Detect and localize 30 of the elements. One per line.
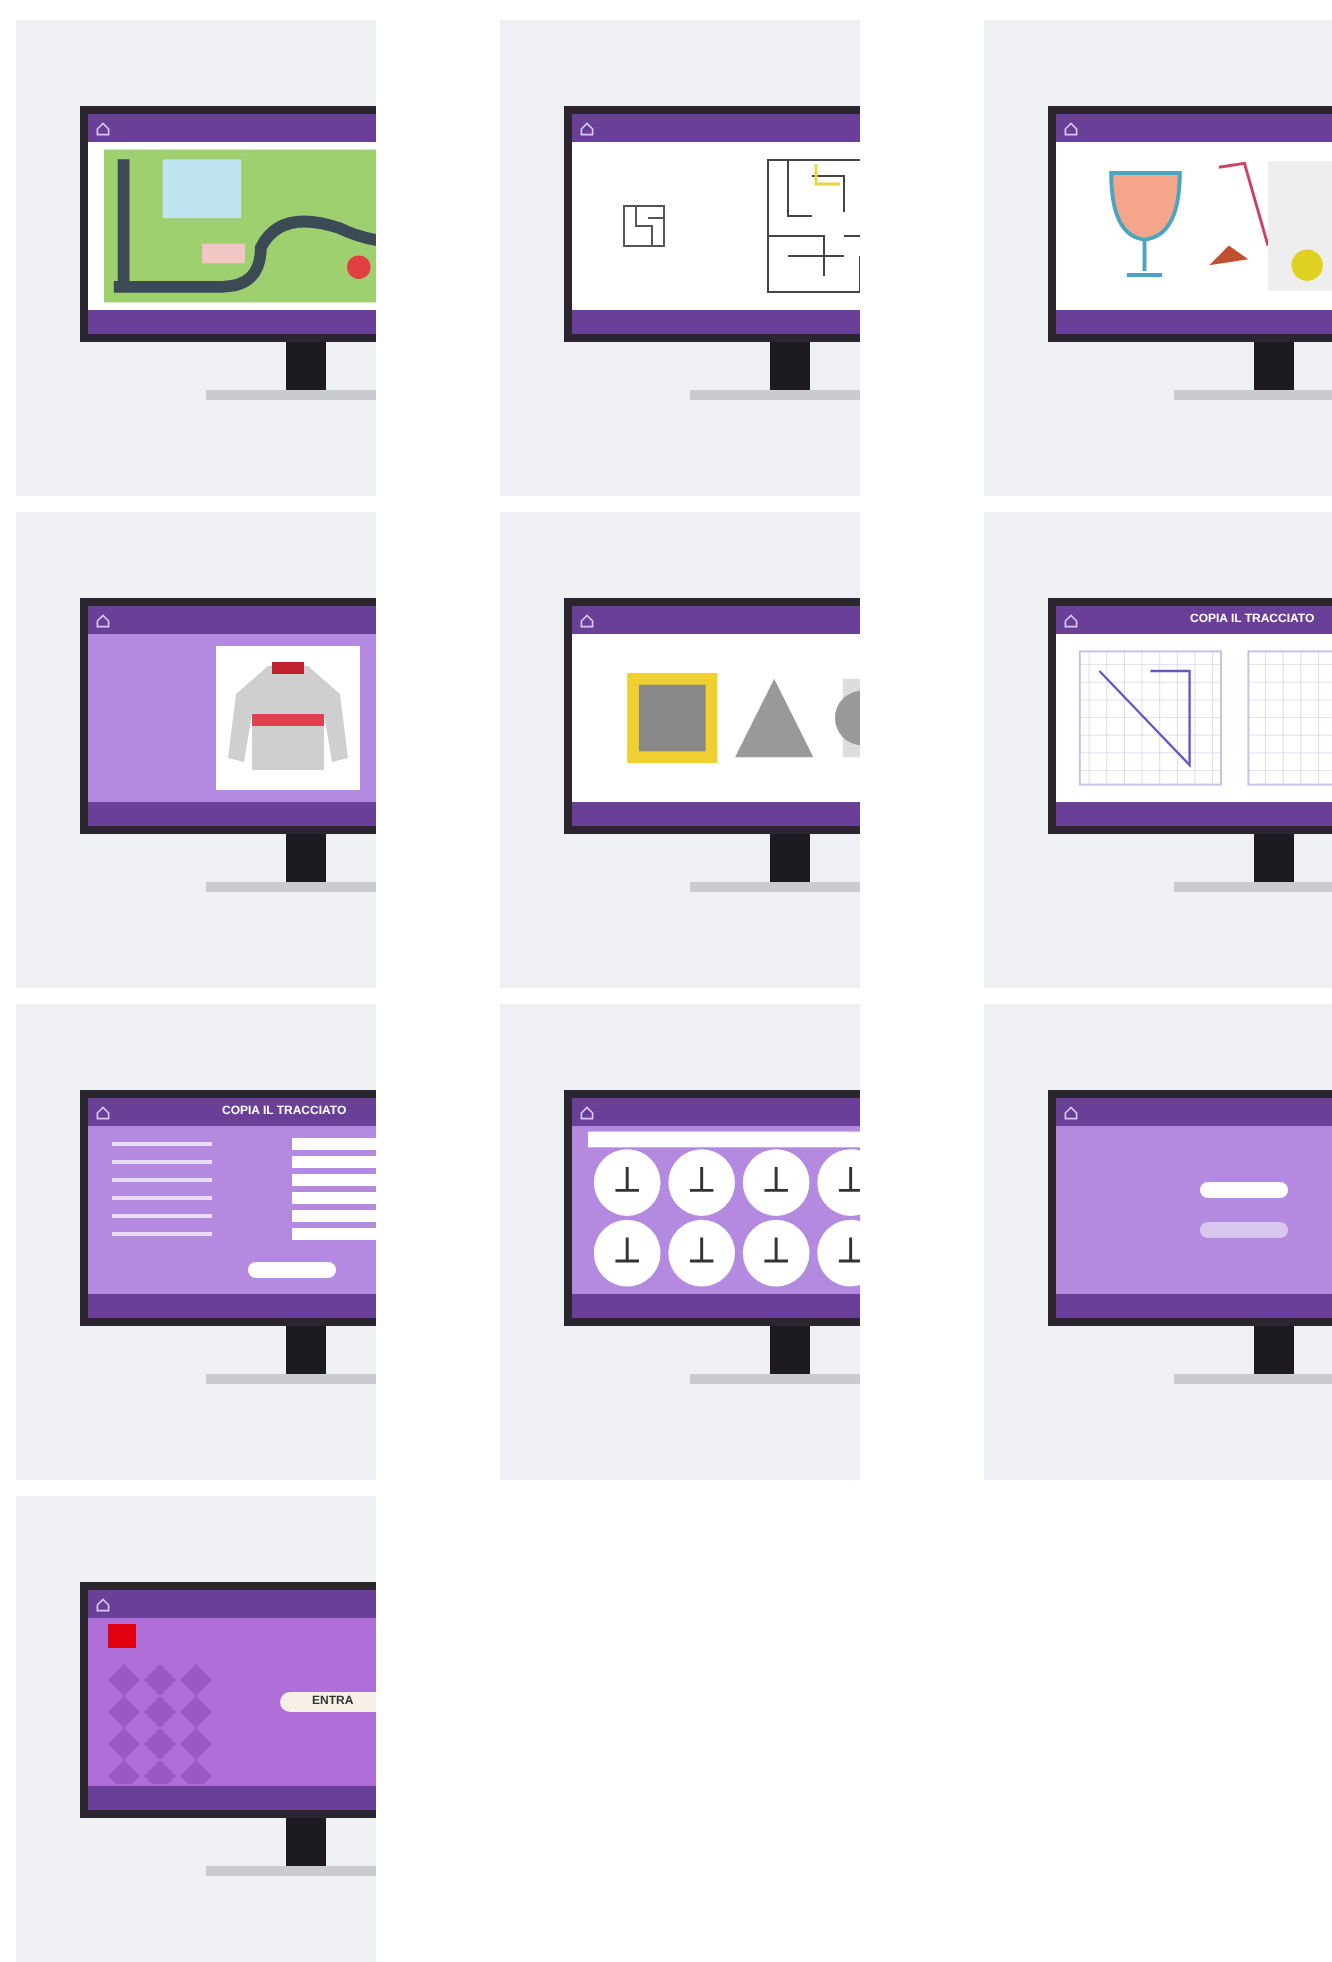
preview-card[interactable] [500,512,860,988]
monitor-stand [286,1326,326,1374]
sweater-card-drawing [216,646,360,790]
home-icon[interactable] [96,121,110,135]
home-icon[interactable] [1064,613,1078,627]
monitor-stand [770,1326,810,1374]
preview-card[interactable] [984,1004,1332,1480]
monitor-stand [1254,1326,1294,1374]
home-icon[interactable] [580,1105,594,1119]
monitor-stand [770,342,810,390]
preview-card[interactable] [500,20,860,496]
preview-card[interactable] [16,20,376,496]
monitor-stand [286,342,326,390]
home-icon[interactable] [1064,1105,1078,1119]
home-icon[interactable] [580,613,594,627]
home-icon[interactable] [96,1597,110,1611]
monitor-stand [1254,342,1294,390]
home-icon[interactable] [1064,121,1078,135]
home-icon[interactable] [96,613,110,627]
home-icon[interactable] [96,1105,110,1119]
monitor-stand [286,834,326,882]
monitor-stand [770,834,810,882]
monitor-stand [286,1818,326,1866]
path-shape-drawing [620,202,668,250]
preview-card[interactable] [984,20,1332,496]
maze-drawing [764,156,860,296]
preview-card[interactable] [500,1004,860,1480]
preview-card[interactable] [16,512,376,988]
home-icon[interactable] [580,121,594,135]
monitor-stand [1254,834,1294,882]
